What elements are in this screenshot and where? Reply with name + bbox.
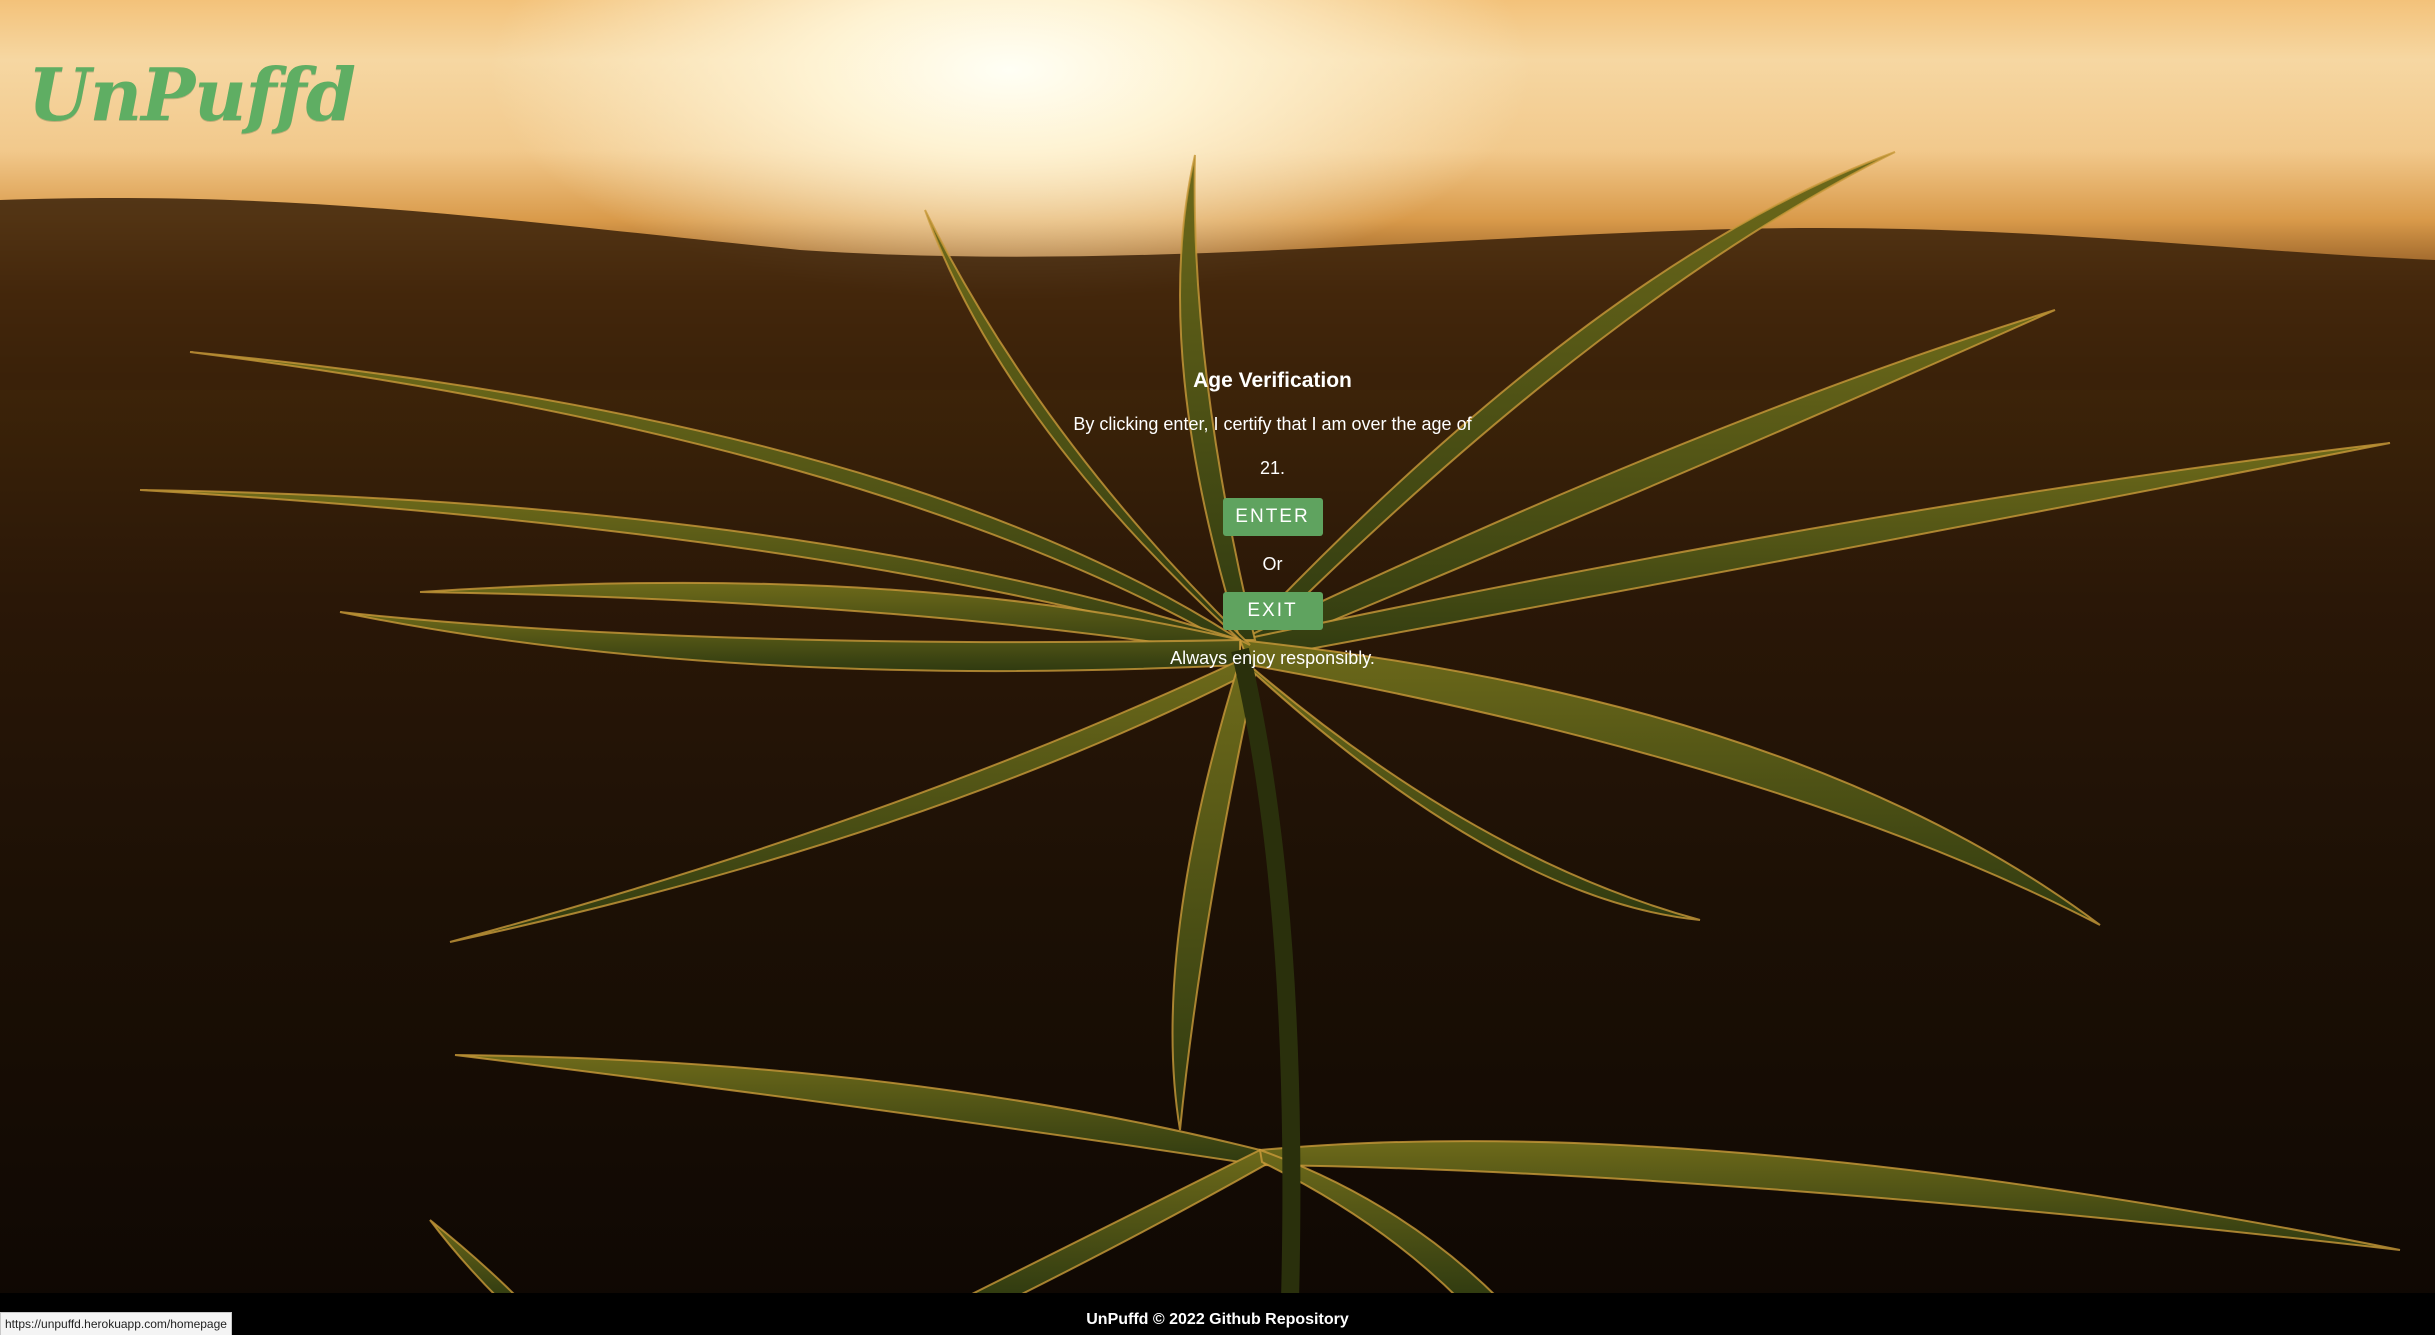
enter-button-wrap: ENTER [1060,498,1485,536]
enter-button[interactable]: ENTER [1222,498,1323,536]
enjoy-responsibly-text: Always enjoy responsibly. [1170,648,1375,668]
age-verification-modal: Age Verification By clicking enter, I ce… [1060,360,1485,686]
exit-button[interactable]: EXIT [1222,592,1323,630]
brand-logo[interactable]: UnPuffd [28,52,356,137]
footer-text[interactable]: UnPuffd © 2022 Github Repository [0,1310,2435,1330]
modal-title: Age Verification [1193,369,1352,392]
status-bar-url: https://unpuffd.herokuapp.com/homepage [0,1312,232,1335]
or-text: Or [1262,554,1283,574]
footer: UnPuffd © 2022 Github Repository [0,1293,2435,1335]
certify-text: By clicking enter, I certify that I am o… [1073,414,1472,478]
page: UnPuffd Age Verification By clicking ent… [0,0,2435,1335]
exit-button-wrap: EXIT [1060,592,1485,630]
